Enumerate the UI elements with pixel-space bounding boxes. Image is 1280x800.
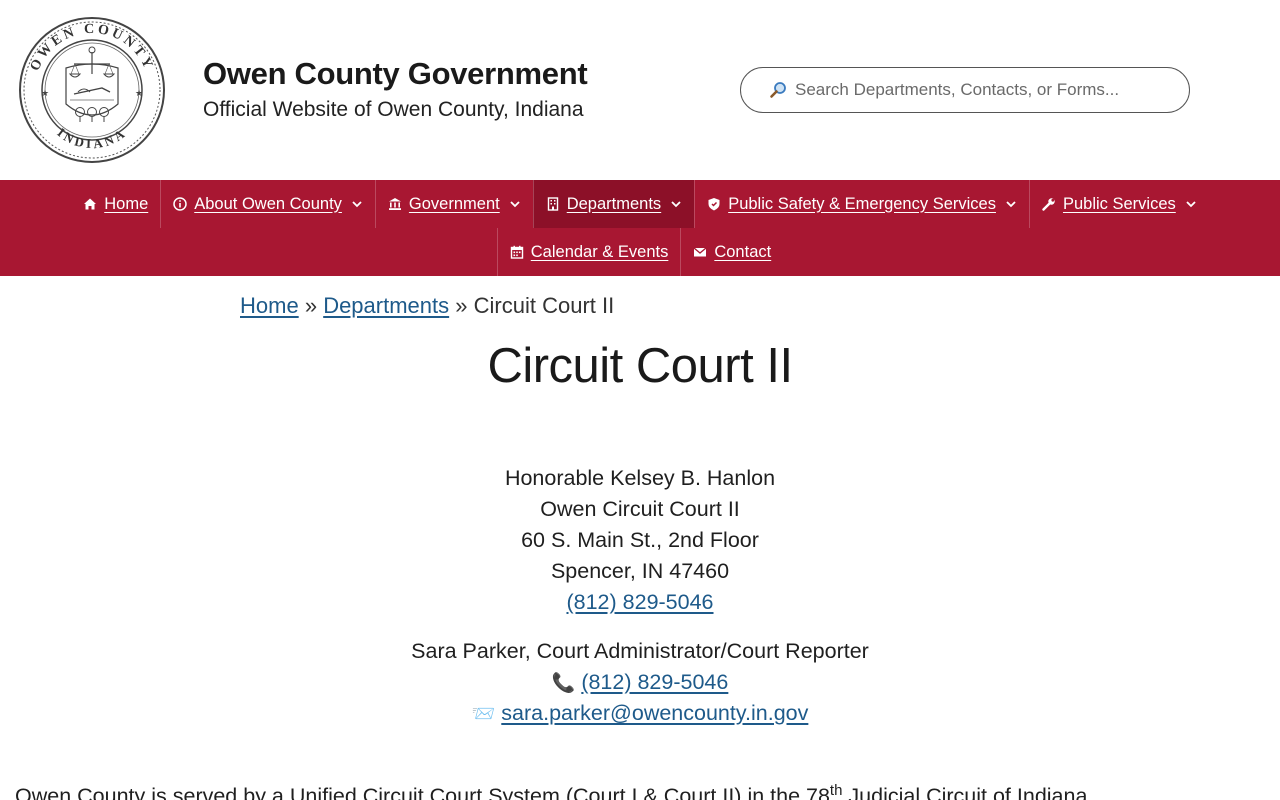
court-city: Spencer, IN 47460	[550, 559, 730, 583]
nav-item-label: Contact	[714, 242, 772, 261]
nav-item-public-safety[interactable]: Public Safety & Emergency Services	[694, 180, 1029, 228]
nav-item-label: Public Safety & Emergency Services	[728, 194, 996, 213]
breadcrumb-departments-link[interactable]: Departments	[323, 293, 449, 318]
search-box[interactable]	[740, 67, 1190, 113]
breadcrumb-separator: »	[304, 293, 318, 318]
administrator-email-link[interactable]: sara.parker@owencounty.in.gov	[501, 701, 808, 725]
judge-name: Honorable Kelsey B. Hanlon	[504, 466, 776, 490]
breadcrumb-separator: »	[455, 293, 468, 318]
breadcrumb: Home » Departments » Circuit Court II	[240, 293, 614, 319]
shield-icon	[708, 198, 720, 211]
site-title[interactable]: Owen County Government	[203, 56, 588, 92]
home-icon	[84, 198, 97, 210]
nav-item-contact[interactable]: Contact	[680, 228, 783, 276]
nav-item-label: Home	[104, 194, 149, 213]
bank-icon	[388, 198, 401, 210]
wrench-icon	[1042, 198, 1055, 211]
nav-item-government[interactable]: Government	[374, 180, 533, 228]
nav-item-calendar[interactable]: Calendar & Events	[496, 228, 681, 276]
breadcrumb-home-link[interactable]: Home	[240, 293, 299, 318]
page-title: Circuit Court II	[487, 339, 793, 393]
svg-text:★: ★	[135, 88, 143, 98]
svg-text:★: ★	[41, 88, 49, 98]
site-tagline: Official Website of Owen County, Indiana	[203, 98, 584, 121]
chevron-down-icon	[510, 201, 520, 208]
nav-item-label: Departments	[566, 194, 662, 213]
chevron-down-icon	[352, 201, 362, 208]
intro-superscript: th	[829, 782, 843, 799]
mail-icon	[693, 247, 707, 257]
court-name: Owen Circuit Court II	[540, 497, 740, 521]
judge-phone-link[interactable]: (812) 829-5046	[566, 590, 713, 614]
building-icon	[547, 197, 558, 211]
search-icon	[770, 82, 786, 98]
search-input[interactable]	[795, 76, 1175, 104]
intro-paragraph: Owen County is served by a Unified Circu…	[15, 782, 1093, 800]
court-address: 60 S. Main St., 2nd Floor	[521, 528, 759, 552]
chevron-down-icon	[1006, 201, 1016, 208]
nav-item-home[interactable]: Home	[71, 180, 160, 228]
intro-text-end: Judicial Circuit of Indiana.	[842, 784, 1094, 800]
nav-item-label: Public Services	[1062, 194, 1176, 213]
nav-item-label: About Owen County	[194, 194, 342, 213]
judge-contact-block: Honorable Kelsey B. Hanlon Owen Circuit …	[0, 463, 1280, 618]
envelope-icon: 📨	[471, 703, 496, 725]
info-icon	[173, 197, 187, 211]
chevron-down-icon	[1186, 201, 1196, 208]
administrator-name: Sara Parker, Court Administrator/Court R…	[411, 639, 869, 663]
nav-item-public-services[interactable]: Public Services	[1028, 180, 1209, 228]
intro-text: Owen County is served by a Unified Circu…	[15, 784, 830, 800]
nav-item-about[interactable]: About Owen County	[160, 180, 375, 228]
nav-item-label: Government	[408, 194, 500, 213]
main-navigation: Home About Owen County Government Depart…	[0, 180, 1280, 276]
nav-item-departments[interactable]: Departments	[532, 180, 695, 228]
breadcrumb-current: Circuit Court II	[473, 293, 615, 318]
administrator-phone-link[interactable]: (812) 829-5046	[581, 670, 728, 694]
county-seal-logo[interactable]: OWEN COUNTY INDIANA ★ ★	[18, 16, 166, 164]
nav-item-label: Calendar & Events	[530, 242, 669, 261]
chevron-down-icon	[671, 201, 681, 208]
administrator-contact-block: Sara Parker, Court Administrator/Court R…	[0, 636, 1280, 729]
calendar-icon	[510, 245, 523, 259]
site-header: OWEN COUNTY INDIANA ★ ★ Owen County Gove…	[0, 0, 1280, 180]
phone-icon: 📞	[551, 672, 576, 694]
